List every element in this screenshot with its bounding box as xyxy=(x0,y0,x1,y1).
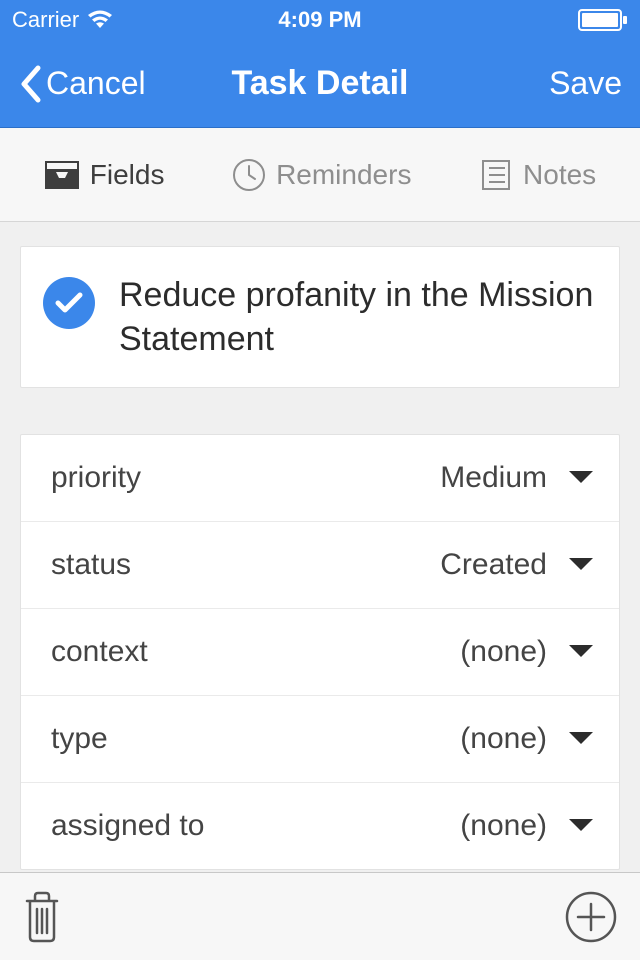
save-button[interactable]: Save xyxy=(549,65,622,102)
add-button[interactable] xyxy=(564,890,618,944)
status-left: Carrier xyxy=(12,7,113,33)
tab-reminders-label: Reminders xyxy=(276,159,411,191)
field-value: (none) xyxy=(460,722,547,756)
chevron-down-icon xyxy=(567,643,595,661)
delete-button[interactable] xyxy=(22,891,62,943)
field-label: assigned to xyxy=(51,809,460,843)
field-label: context xyxy=(51,635,460,669)
wifi-icon xyxy=(87,10,113,30)
field-row-assigned-to[interactable]: assigned to (none) xyxy=(21,783,619,869)
field-value: Medium xyxy=(440,461,547,495)
field-row-context[interactable]: context (none) xyxy=(21,609,619,696)
field-row-type[interactable]: type (none) xyxy=(21,696,619,783)
cancel-button[interactable]: Cancel xyxy=(18,64,146,104)
task-card[interactable]: Reduce profanity in the Mission Statemen… xyxy=(20,246,620,388)
chevron-down-icon xyxy=(567,817,595,835)
field-row-status[interactable]: status Created xyxy=(21,522,619,609)
field-value: (none) xyxy=(460,635,547,669)
chevron-down-icon xyxy=(567,469,595,487)
battery-icon xyxy=(578,9,628,31)
back-chevron-icon xyxy=(18,64,42,104)
tab-fields-label: Fields xyxy=(90,159,165,191)
bottom-toolbar xyxy=(0,872,640,960)
field-value: (none) xyxy=(460,809,547,843)
task-title: Reduce profanity in the Mission Statemen… xyxy=(119,273,597,361)
clock-icon xyxy=(232,158,266,192)
chevron-down-icon xyxy=(567,730,595,748)
carrier-label: Carrier xyxy=(12,7,79,33)
content-area: Reduce profanity in the Mission Statemen… xyxy=(0,222,640,870)
tab-fields[interactable]: Fields xyxy=(44,159,165,191)
status-bar: Carrier 4:09 PM xyxy=(0,0,640,40)
field-label: status xyxy=(51,548,440,582)
notes-icon xyxy=(479,158,513,192)
tab-notes-label: Notes xyxy=(523,159,596,191)
page-title: Task Detail xyxy=(231,64,408,103)
tab-reminders[interactable]: Reminders xyxy=(232,158,411,192)
fields-list: priority Medium status Created context (… xyxy=(20,434,620,870)
field-label: priority xyxy=(51,461,440,495)
status-right xyxy=(578,9,628,31)
inbox-icon xyxy=(44,160,80,190)
field-value: Created xyxy=(440,548,547,582)
cancel-label: Cancel xyxy=(46,65,146,102)
nav-bar: Cancel Task Detail Save xyxy=(0,40,640,128)
field-row-priority[interactable]: priority Medium xyxy=(21,435,619,522)
task-complete-checkbox[interactable] xyxy=(43,277,95,329)
trash-icon xyxy=(22,891,62,943)
tab-notes[interactable]: Notes xyxy=(479,158,596,192)
plus-circle-icon xyxy=(564,890,618,944)
status-time: 4:09 PM xyxy=(278,7,361,33)
checkmark-icon xyxy=(54,291,84,315)
field-label: type xyxy=(51,722,460,756)
chevron-down-icon xyxy=(567,556,595,574)
tab-bar: Fields Reminders Notes xyxy=(0,128,640,222)
